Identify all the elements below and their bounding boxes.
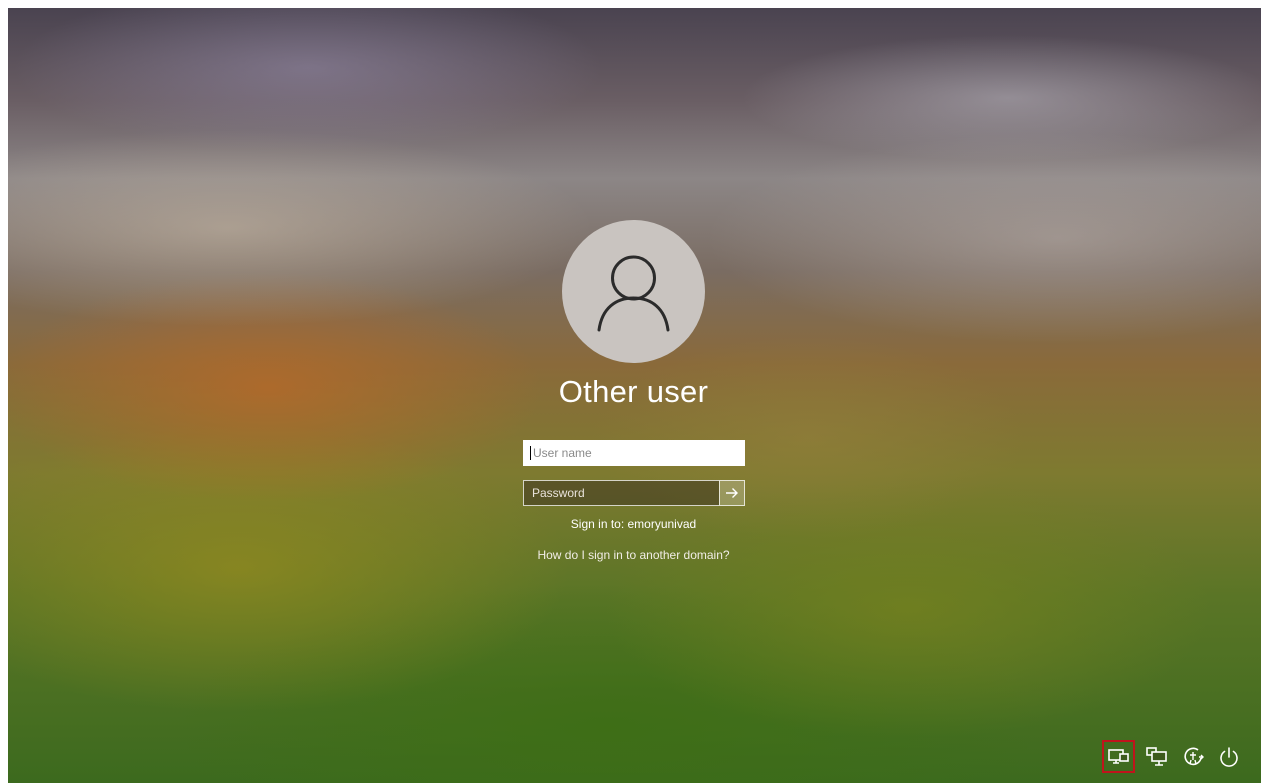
- user-name-title: Other user: [558, 374, 709, 409]
- network-icon: [1145, 746, 1167, 766]
- power-button[interactable]: [1212, 740, 1245, 773]
- display-switch-button[interactable]: [1102, 740, 1135, 773]
- lock-screen-background: Other user Sign in to: emoryunivad How d…: [8, 8, 1261, 783]
- text-caret: [530, 446, 531, 460]
- display-switch-icon: [1107, 748, 1129, 764]
- user-avatar: [562, 220, 705, 363]
- user-silhouette-icon: [597, 255, 670, 332]
- sign-in-domain-label: Sign in to: emoryunivad: [570, 517, 697, 531]
- accessibility-button[interactable]: [1176, 740, 1209, 773]
- submit-button[interactable]: [719, 480, 745, 506]
- network-button[interactable]: [1140, 740, 1173, 773]
- accessibility-icon: [1183, 747, 1204, 765]
- other-domain-help-link[interactable]: How do I sign in to another domain?: [408, 548, 859, 562]
- power-icon: [1219, 746, 1238, 767]
- arrow-right-icon: [726, 488, 738, 498]
- password-input[interactable]: [523, 480, 719, 506]
- username-input[interactable]: [523, 440, 745, 466]
